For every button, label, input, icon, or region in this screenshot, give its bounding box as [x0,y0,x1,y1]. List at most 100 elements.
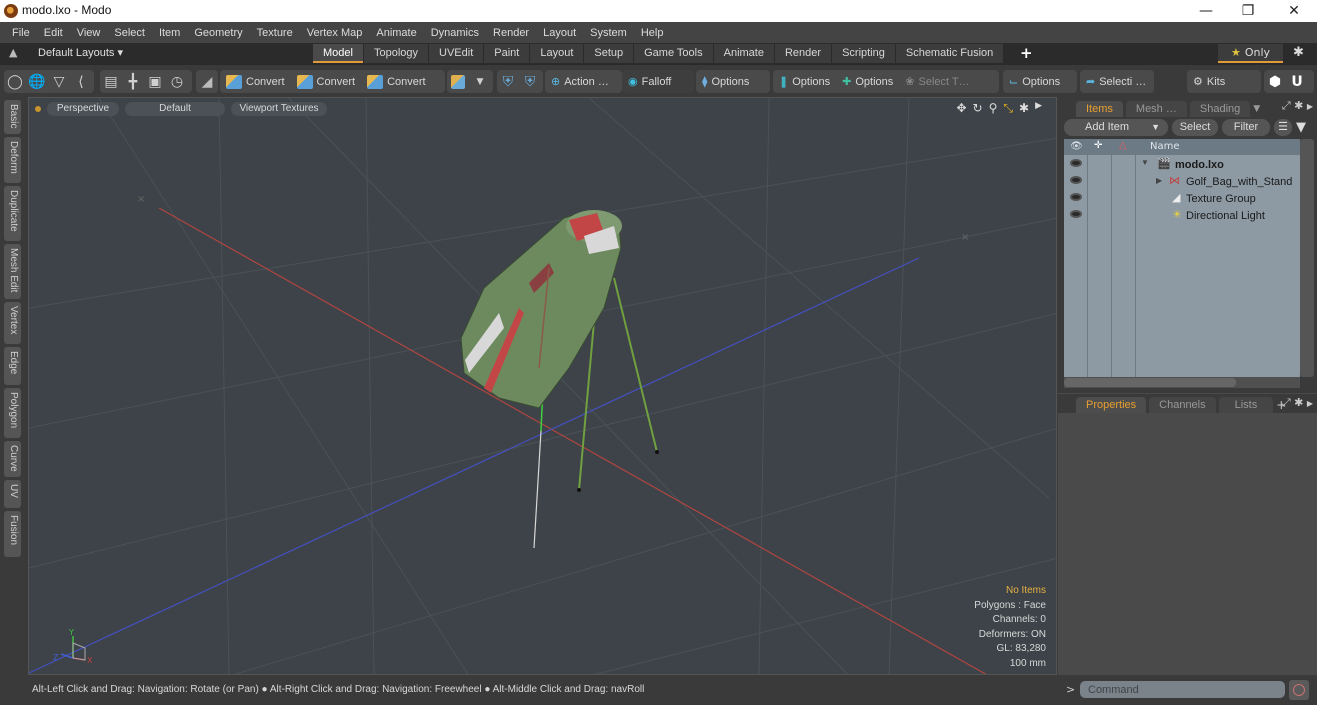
tab-deform[interactable]: Deform [4,137,21,183]
tab-edge[interactable]: Edge [4,347,21,385]
menu-edit[interactable]: Edit [37,27,70,39]
properties-panel-gear-icon[interactable]: ✱ [1294,396,1303,409]
viewport-textures-dropdown[interactable]: Viewport Textures [231,102,327,116]
menu-help[interactable]: Help [634,27,671,39]
tab-render[interactable]: Render [774,44,832,63]
tab-channels[interactable]: Channels [1149,397,1216,413]
options-button-4[interactable]: ⌙ Options [1003,70,1066,93]
items-panel-gear-icon[interactable]: ✱ [1294,99,1303,112]
options-button-3[interactable]: ✚ Options [836,70,899,93]
items-mode-icon[interactable]: ▤ [100,71,122,93]
3d-viewport[interactable]: × × Y X Z Perspective Default Viewport T… [28,97,1057,675]
add-layout-tab-button[interactable]: + [1020,44,1033,62]
layout-settings-gear-icon[interactable]: ✱ [1293,45,1304,60]
filter-funnel-icon[interactable]: ▼ [1296,119,1310,136]
command-input[interactable] [1080,681,1285,698]
tab-uvedit[interactable]: UVEdit [429,44,484,63]
menu-animate[interactable]: Animate [369,27,423,39]
tab-lists[interactable]: Lists [1218,397,1274,413]
tab-curve[interactable]: Curve [4,441,21,477]
shading-dropdown[interactable]: Default [125,102,225,116]
tab-items[interactable]: Items [1076,101,1123,117]
options-button-1[interactable]: ⧫ Options [696,70,755,93]
properties-panel-menu-arrow-icon[interactable]: ▶ [1307,399,1313,408]
rotate-icon[interactable]: ↻ [973,101,983,116]
pan-icon[interactable]: ✥ [956,101,966,116]
symmetry-shield-icon[interactable]: ⛨ [519,71,541,93]
tab-basic[interactable]: Basic [4,100,21,134]
action-center-button[interactable]: ⊕ Action … [545,70,615,93]
select-button[interactable]: Select [1172,119,1218,136]
tree-row-scene[interactable]: ▼ 🎬 modo.lxo [1064,157,1300,174]
path-falloff-icon[interactable]: ⟨ [70,71,92,93]
tab-model[interactable]: Model [313,44,363,63]
layout-home-icon[interactable]: ▲ [9,46,21,60]
menu-select[interactable]: Select [107,27,152,39]
view-mode-dropdown[interactable]: Perspective [47,102,119,116]
viewport-menu-arrow-icon[interactable]: ▶ [1035,101,1042,116]
tab-fusion[interactable]: Fusion [4,511,21,557]
add-item-button[interactable]: Add Item ▼ [1064,119,1168,136]
menu-dynamics[interactable]: Dynamics [424,27,486,39]
items-panel-menu-arrow-icon[interactable]: ▶ [1307,102,1313,111]
menu-system[interactable]: System [583,27,634,39]
kits-button[interactable]: ⚙ Kits [1187,70,1231,93]
menu-layout[interactable]: Layout [536,27,583,39]
minimize-button[interactable]: — [1183,0,1229,22]
tree-row-texture-group[interactable]: ◢ Texture Group [1064,191,1300,208]
name-column-header[interactable]: Name [1150,141,1180,152]
mesh-mode-icon[interactable]: ╋ [122,71,144,93]
visibility-eye-icon[interactable] [1070,176,1082,184]
scrollbar-thumb[interactable] [1064,378,1236,387]
selecti-button[interactable]: ➦ Selecti … [1080,70,1152,93]
convert-button-1[interactable]: Convert [220,70,291,93]
material-mode-icon[interactable]: ▣ [144,71,166,93]
menu-file[interactable]: File [5,27,37,39]
visibility-eye-icon[interactable] [1070,193,1082,201]
tab-setup[interactable]: Setup [584,44,634,63]
snap-shield-icon[interactable]: ⛨ [497,71,519,93]
tree-row-golf-bag[interactable]: ▶ ⋈ Golf_Bag_with_Stand [1064,174,1300,191]
convert-button-2[interactable]: Convert [291,70,362,93]
visibility-eye-icon[interactable] [1070,159,1082,167]
record-macro-button[interactable] [1289,680,1309,700]
pivot-mode-icon[interactable]: ◷ [166,71,188,93]
tab-properties[interactable]: Properties [1076,397,1147,413]
default-layouts-dropdown[interactable]: Default Layouts ▾ [38,46,123,59]
item-tree-vertical-scrollbar[interactable] [1300,139,1314,377]
restore-button[interactable]: ❐ [1225,0,1271,22]
tab-topology[interactable]: Topology [363,44,429,63]
convert-button-3[interactable]: Convert [361,70,432,93]
close-button[interactable]: ✕ [1271,0,1317,22]
primitive-cube-icon[interactable] [447,71,469,93]
menu-render[interactable]: Render [486,27,536,39]
unity-icon[interactable]: ⬢ [1264,71,1286,93]
select-t-button[interactable]: ❀ Select T… [899,70,975,93]
tab-uv[interactable]: UV [4,480,21,508]
tab-shading[interactable]: Shading [1189,101,1251,117]
expand-icon[interactable]: ⤢ [1282,396,1291,409]
visibility-eye-icon[interactable] [1070,210,1082,218]
tab-duplicate[interactable]: Duplicate [4,186,21,241]
vertices-mode-icon[interactable]: ◯ [4,71,26,93]
tab-schematic-fusion[interactable]: Schematic Fusion [895,44,1004,63]
viewport-settings-gear-icon[interactable]: ✱ [1019,101,1029,116]
tab-animate[interactable]: Animate [713,44,774,63]
tab-paint[interactable]: Paint [484,44,530,63]
item-tree-horizontal-scrollbar[interactable] [1064,377,1300,388]
tab-vertex[interactable]: Vertex [4,302,21,344]
tab-scripting[interactable]: Scripting [832,44,895,63]
tab-layout[interactable]: Layout [530,44,584,63]
tree-row-directional-light[interactable]: ☀ Directional Light [1064,208,1300,225]
chevron-down-icon[interactable]: ▼ [1151,119,1160,136]
chevron-down-icon[interactable]: ▼ [1253,101,1260,117]
viewport-options-dot[interactable] [35,106,41,112]
menu-vertex-map[interactable]: Vertex Map [300,27,370,39]
falloff-button[interactable]: ◉ Falloff [622,70,677,93]
tab-mesh-edit[interactable]: Mesh Edit [4,244,21,299]
edges-globe-mode-icon[interactable]: 🌐 [26,71,48,93]
tab-game-tools[interactable]: Game Tools [634,44,713,63]
chevron-down-icon[interactable]: ▼ [469,71,491,93]
menu-texture[interactable]: Texture [250,27,300,39]
unreal-icon[interactable]: U [1286,71,1308,93]
